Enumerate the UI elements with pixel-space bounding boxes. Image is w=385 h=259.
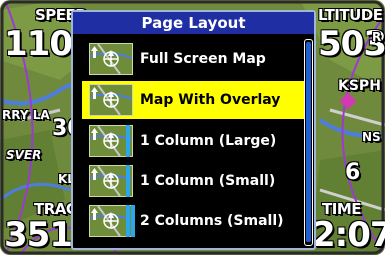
column-indicator-icon	[131, 205, 135, 237]
column-indicator-icon	[126, 165, 130, 197]
up-arrow-icon	[91, 87, 98, 99]
map-label: R	[372, 30, 382, 44]
map-label: 6	[345, 160, 361, 185]
layout-option-label: 1 Column (Large)	[140, 133, 277, 149]
gps-screen: SPEED 110 LTITUDE 503 TRACK 351 TIME 2:0…	[0, 0, 385, 255]
layout-option[interactable]: Map With Overlay	[82, 81, 304, 119]
layout-option-label: 2 Columns (Small)	[140, 213, 284, 229]
speed-value: 110	[4, 24, 73, 64]
map-label: NS	[362, 130, 381, 144]
layout-option[interactable]: 1 Column (Small)	[82, 162, 304, 200]
scrollbar[interactable]	[304, 39, 313, 246]
up-arrow-icon	[91, 46, 98, 58]
layout-option-label: Map With Overlay	[140, 92, 281, 108]
dialog-title: Page Layout	[73, 12, 314, 34]
layout-option[interactable]: Full Screen Map	[82, 40, 304, 78]
up-arrow-icon	[91, 168, 98, 180]
layout-option-label: Full Screen Map	[140, 51, 266, 67]
altitude-label: LTITUDE	[318, 6, 383, 24]
map-label: RRY LA	[2, 108, 50, 122]
column-indicator-icon	[126, 125, 130, 157]
waypoint-label: KSPH	[338, 78, 381, 94]
time-value: 2:07	[312, 215, 385, 255]
layout-option-label: 1 Column (Small)	[140, 173, 276, 189]
page-layout-dialog: Page Layout Full Screen Map Map With Over…	[71, 10, 316, 250]
map-label: SVER	[6, 148, 42, 162]
map-thumbnail-icon	[89, 43, 133, 75]
map-thumbnail-icon	[89, 84, 133, 116]
layout-option[interactable]: 2 Columns (Small)	[82, 202, 304, 240]
track-value: 351	[4, 215, 73, 255]
layout-option[interactable]: 1 Column (Large)	[82, 122, 304, 160]
up-arrow-icon	[91, 208, 98, 220]
scrollbar-thumb[interactable]	[306, 42, 311, 242]
column-indicator-icon	[126, 205, 130, 237]
up-arrow-icon	[91, 128, 98, 140]
